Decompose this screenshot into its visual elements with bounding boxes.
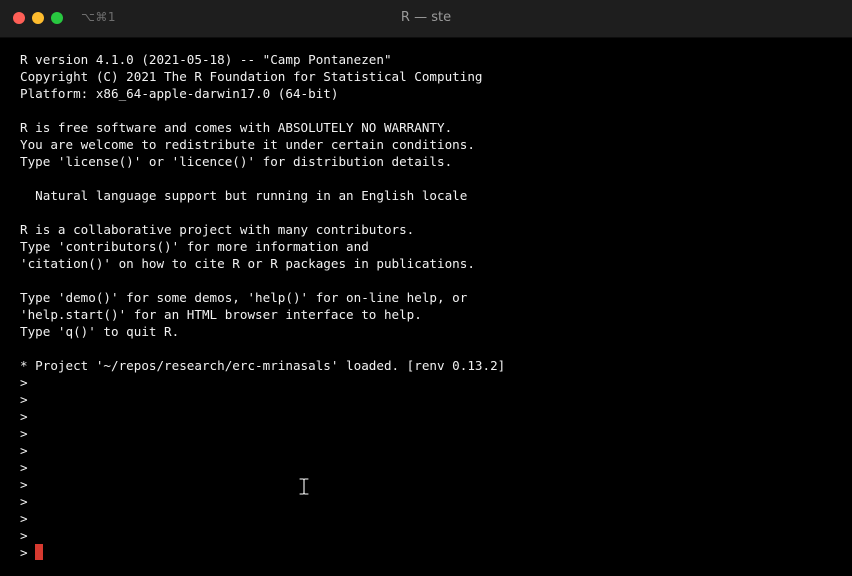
- console-line: * Project '~/repos/research/erc-mrinasal…: [20, 358, 506, 373]
- active-prompt-line[interactable]: >: [20, 544, 840, 561]
- console-line: 'help.start()' for an HTML browser inter…: [20, 307, 422, 322]
- text-cursor: [34, 544, 43, 560]
- console-line: 'citation()' on how to cite R or R packa…: [20, 256, 475, 271]
- prompt-line: >: [20, 477, 28, 492]
- console-line: You are welcome to redistribute it under…: [20, 137, 475, 152]
- prompt-line: >: [20, 528, 28, 543]
- console-line: R is free software and comes with ABSOLU…: [20, 120, 453, 135]
- console-line: R is a collaborative project with many c…: [20, 222, 415, 237]
- console-line: Copyright (C) 2021 The R Foundation for …: [20, 69, 483, 84]
- console-line: Type 'contributors()' for more informati…: [20, 239, 369, 254]
- prompt-line: >: [20, 511, 28, 526]
- console-line: Type 'license()' or 'licence()' for dist…: [20, 154, 453, 169]
- prompt-line: >: [20, 460, 28, 475]
- console-line: Platform: x86_64-apple-darwin17.0 (64-bi…: [20, 86, 339, 101]
- active-prompt-symbol: >: [20, 545, 28, 560]
- prompt-line: >: [20, 426, 28, 441]
- title-bar[interactable]: ⌥⌘1 R — ste: [0, 0, 852, 38]
- prompt-line: >: [20, 409, 28, 424]
- ibeam-cursor-icon: [299, 478, 309, 495]
- prompt-line: >: [20, 494, 28, 509]
- prompt-line: >: [20, 375, 28, 390]
- console-line: Type 'demo()' for some demos, 'help()' f…: [20, 290, 468, 305]
- prompt-line: >: [20, 443, 28, 458]
- console-line: R version 4.1.0 (2021-05-18) -- "Camp Po…: [20, 52, 392, 67]
- console-line: Type 'q()' to quit R.: [20, 324, 180, 339]
- terminal-window: ⌥⌘1 R — ste R version 4.1.0 (2021-05-18)…: [0, 0, 852, 576]
- window-title: R — ste: [400, 10, 452, 25]
- terminal-output[interactable]: R version 4.1.0 (2021-05-18) -- "Camp Po…: [20, 51, 840, 571]
- prompt-line: >: [20, 392, 28, 407]
- console-line: Natural language support but running in …: [20, 188, 468, 203]
